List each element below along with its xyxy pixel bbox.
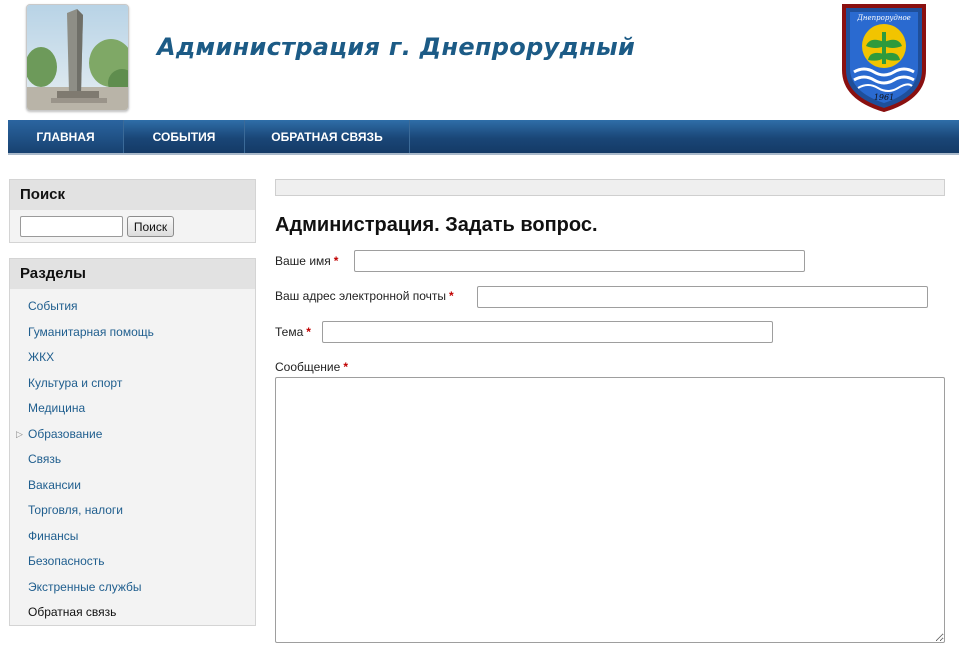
sidebar-item-finance[interactable]: Финансы — [10, 524, 255, 550]
sidebar-item-emergency[interactable]: Экстренные службы — [10, 575, 255, 601]
message-label: Сообщение * — [275, 360, 348, 374]
subject-label-text: Тема — [275, 325, 304, 339]
nav-item-events[interactable]: СОБЫТИЯ — [124, 120, 245, 153]
sidebar-item-label[interactable]: Гуманитарная помощь — [28, 325, 154, 339]
sidebar-item-label[interactable]: Культура и спорт — [28, 376, 122, 390]
svg-text:Днепрорудное: Днепрорудное — [856, 14, 911, 22]
sidebar-item-label[interactable]: Обратная связь — [28, 605, 116, 619]
sidebar-item-label[interactable]: Торговля, налоги — [28, 503, 123, 517]
search-block: Поиск Поиск — [9, 179, 256, 243]
name-field[interactable] — [354, 250, 805, 272]
sidebar-item-label[interactable]: Связь — [28, 452, 61, 466]
sidebar-item-housing[interactable]: ЖКХ — [10, 345, 255, 371]
sidebar-item-label[interactable]: Медицина — [28, 401, 85, 415]
required-mark: * — [306, 325, 311, 339]
sidebar-item-education[interactable]: ▷ Образование — [10, 422, 255, 448]
subject-label: Тема * — [275, 325, 311, 339]
coat-of-arms-icon[interactable]: Днепрорудное 1961 — [840, 2, 928, 113]
email-label-text: Ваш адрес электронной почты — [275, 289, 447, 303]
sections-block: Разделы События Гуманитарная помощь ЖКХ … — [9, 258, 256, 626]
sidebar-item-security[interactable]: Безопасность — [10, 549, 255, 575]
site-logo-photo[interactable] — [26, 4, 129, 111]
sidebar-item-trade-taxes[interactable]: Торговля, налоги — [10, 498, 255, 524]
sidebar-item-label[interactable]: Финансы — [28, 529, 78, 543]
message-label-text: Сообщение — [275, 360, 341, 374]
sidebar-item-culture-sport[interactable]: Культура и спорт — [10, 371, 255, 397]
subject-field[interactable] — [322, 321, 773, 343]
sidebar-item-label[interactable]: События — [28, 299, 78, 313]
site-header: Администрация г. Днепрорудный Днепрорудн… — [0, 0, 959, 118]
name-label-text: Ваше имя — [275, 254, 331, 268]
required-mark: * — [333, 254, 339, 268]
nav-item-feedback[interactable]: ОБРАТНАЯ СВЯЗЬ — [245, 120, 410, 153]
sections-block-title: Разделы — [10, 259, 255, 289]
search-button[interactable]: Поиск — [127, 216, 174, 237]
svg-text:1961: 1961 — [874, 93, 894, 102]
sidebar-item-communication[interactable]: Связь — [10, 447, 255, 473]
sidebar-item-humanitarian-aid[interactable]: Гуманитарная помощь — [10, 320, 255, 346]
sidebar-item-vacancies[interactable]: Вакансии — [10, 473, 255, 499]
site-title[interactable]: Администрация г. Днепрорудный — [157, 33, 635, 61]
sidebar-item-label[interactable]: ЖКХ — [28, 350, 54, 364]
main-navigation: ГЛАВНАЯ СОБЫТИЯ ОБРАТНАЯ СВЯЗЬ — [8, 120, 959, 155]
message-textarea[interactable] — [275, 377, 945, 643]
sidebar-item-medicine[interactable]: Медицина — [10, 396, 255, 422]
breadcrumb — [275, 179, 945, 196]
sections-menu: События Гуманитарная помощь ЖКХ Культура… — [10, 294, 255, 626]
nav-item-home[interactable]: ГЛАВНАЯ — [8, 120, 124, 153]
search-block-title: Поиск — [10, 180, 255, 210]
sidebar-item-label[interactable]: Образование — [28, 427, 102, 441]
sidebar-item-events[interactable]: События — [10, 294, 255, 320]
name-label: Ваше имя * — [275, 254, 338, 268]
sidebar-item-label[interactable]: Вакансии — [28, 478, 81, 492]
email-label: Ваш адрес электронной почты * — [275, 289, 454, 303]
sidebar-item-feedback[interactable]: Обратная связь — [10, 600, 255, 626]
sidebar-item-label[interactable]: Безопасность — [28, 554, 105, 568]
expand-triangle-icon[interactable]: ▷ — [16, 422, 23, 448]
search-input[interactable] — [20, 216, 123, 237]
page-title: Администрация. Задать вопрос. — [275, 214, 598, 236]
required-mark: * — [449, 289, 454, 303]
email-field[interactable] — [477, 286, 928, 308]
sidebar-item-label[interactable]: Экстренные службы — [28, 580, 142, 594]
required-mark: * — [343, 360, 348, 374]
